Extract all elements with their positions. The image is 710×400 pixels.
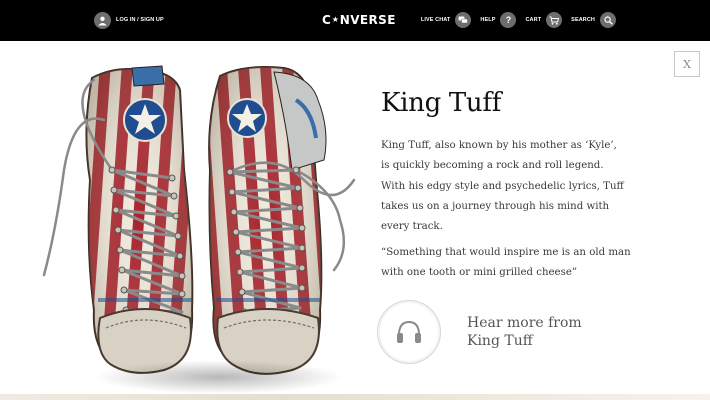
headphones-icon [377, 300, 441, 364]
left-shoe [42, 65, 194, 374]
cart-icon [546, 12, 563, 28]
cart-label: CART [525, 17, 542, 23]
shoe-shadow [94, 360, 344, 394]
live-chat-link[interactable]: LIVE CHAT [421, 12, 472, 28]
cart-link[interactable]: CART [525, 12, 563, 28]
help-link[interactable]: HELP ? [480, 12, 517, 28]
brand-star-icon: ★ [331, 15, 340, 24]
hear-more-link[interactable]: Hear more from King Tuff [377, 300, 597, 364]
artist-quote: “Something that would inspire me is an o… [381, 247, 631, 279]
hear-more-label: Hear more from King Tuff [467, 315, 582, 349]
artist-bio: King Tuff, also known by his mother as ‘… [381, 140, 624, 233]
chat-icon [455, 12, 472, 28]
close-button[interactable]: X [674, 51, 700, 77]
brand-text-right: NVERSE [339, 13, 396, 27]
help-label: HELP [480, 17, 496, 23]
live-chat-label: LIVE CHAT [420, 17, 451, 23]
artist-title: King Tuff [381, 88, 502, 118]
utility-nav: LIVE CHAT HELP ? CART SEARCH [412, 11, 616, 29]
flag-sneakers-image [34, 60, 364, 395]
top-nav-bar: LOG IN / SIGN UP C ★ NVERSE LIVE CHAT HELP… [0, 0, 710, 41]
search-label: SEARCH [571, 17, 595, 23]
bottom-image-strip [0, 394, 710, 400]
right-shoe [208, 66, 356, 375]
brand-text-left: C [322, 13, 332, 27]
user-icon [94, 11, 111, 29]
search-link[interactable]: SEARCH [571, 12, 616, 28]
login-signup-link[interactable]: LOG IN / SIGN UP [94, 11, 164, 29]
login-label: LOG IN / SIGN UP [116, 17, 164, 23]
search-icon [600, 12, 616, 28]
converse-logo[interactable]: C ★ NVERSE [322, 13, 396, 27]
help-icon: ? [500, 12, 517, 28]
